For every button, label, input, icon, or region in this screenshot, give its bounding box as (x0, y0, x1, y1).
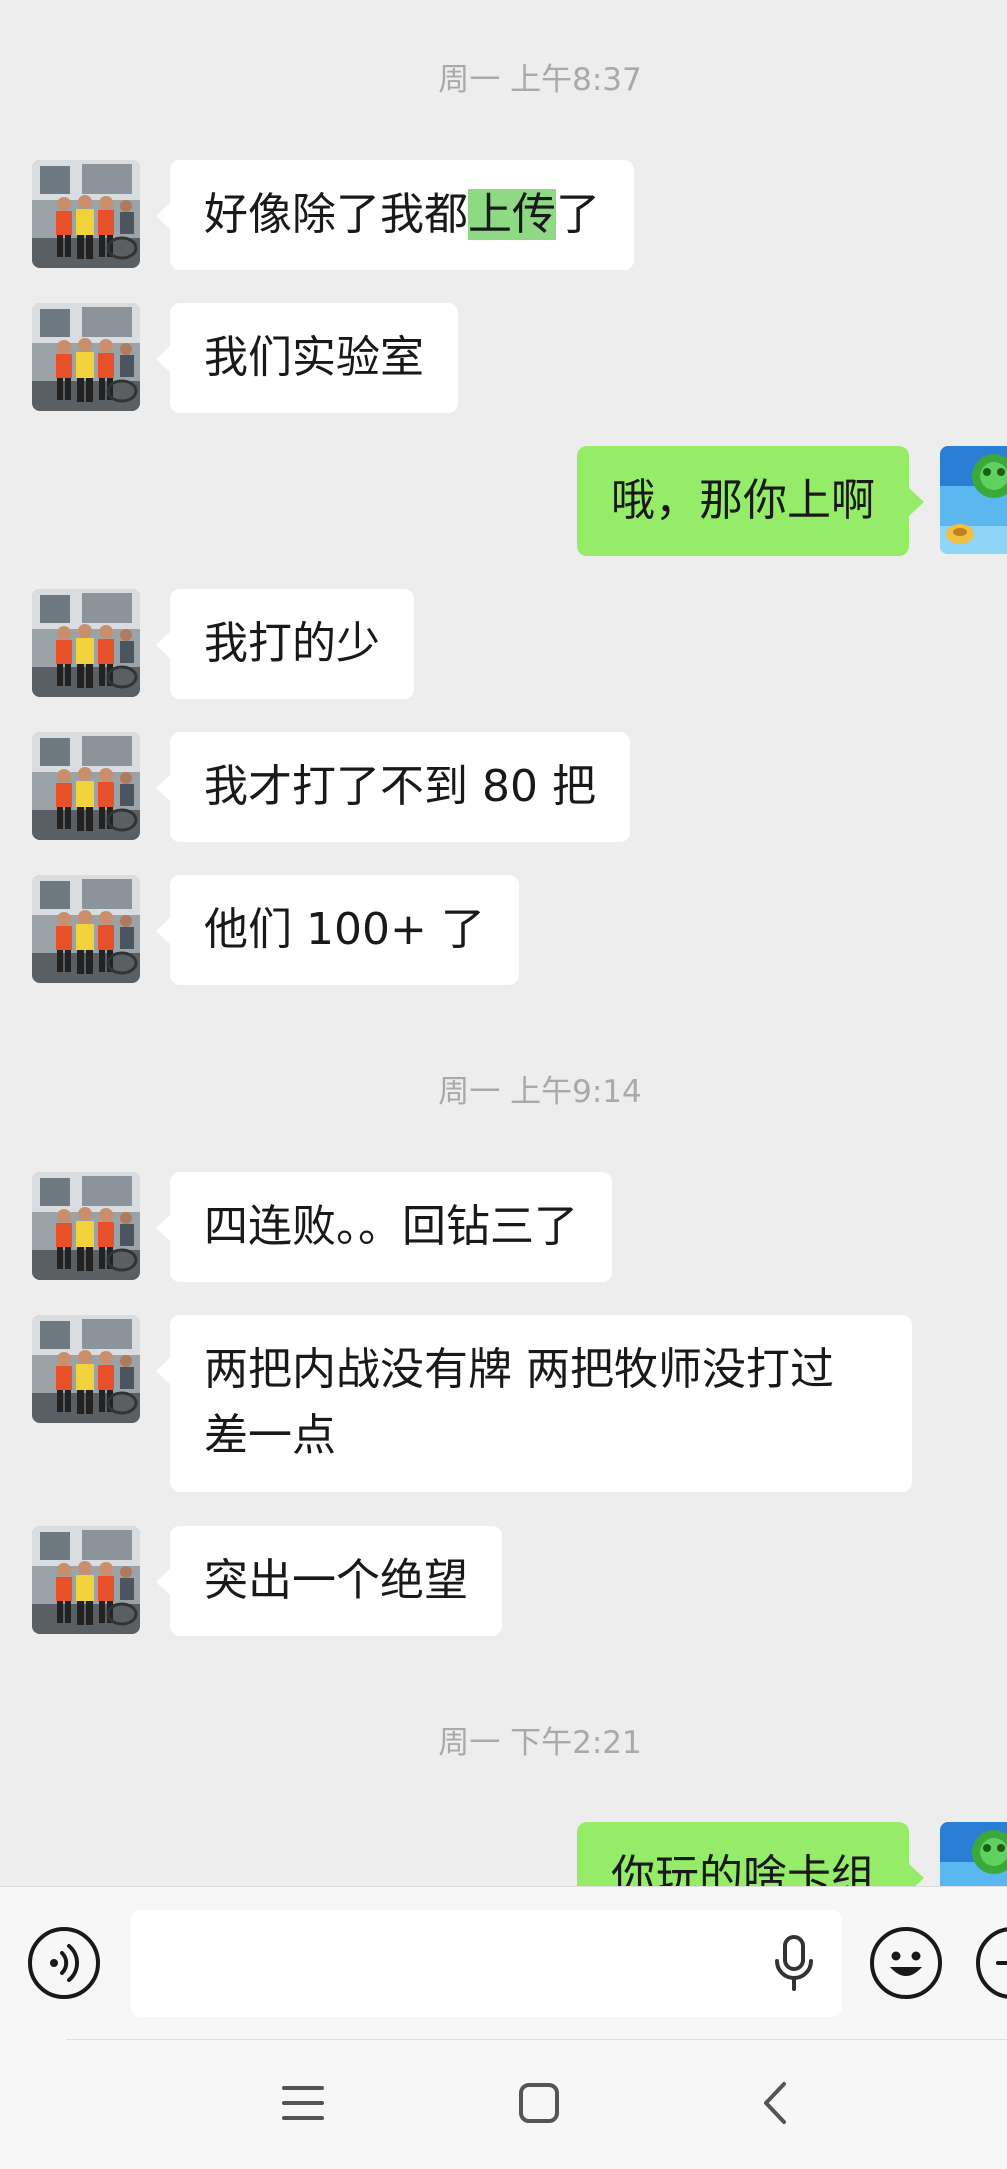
message-text: 哦，那你上啊 (611, 475, 875, 526)
message-bubble[interactable]: 两把内战没有牌 两把牧师没打过 差一点 (156, 1315, 912, 1492)
plus-circle-icon[interactable] (976, 1927, 1007, 1999)
avatar-photo-icon (32, 1526, 140, 1634)
friend-avatar[interactable] (32, 1172, 140, 1280)
friend-avatar[interactable] (32, 160, 140, 268)
timestamp: 周一 下午2:21 (438, 1725, 642, 1761)
microphone-icon[interactable] (768, 1933, 820, 1995)
message-text: 我们实验室 (204, 332, 424, 383)
voice-wave-icon[interactable] (28, 1927, 100, 1999)
message-text: 你玩的啥卡组 (611, 1851, 875, 1886)
message-bubble[interactable]: 四连败。。回钻三了 (156, 1172, 612, 1282)
avatar-photo-icon (940, 446, 1007, 554)
avatar-photo-icon (32, 1315, 140, 1423)
friend-avatar[interactable] (32, 1315, 140, 1423)
avatar-photo-icon (32, 1172, 140, 1280)
message-text-line: 两把内战没有牌 两把牧师没打过 (204, 1344, 834, 1395)
highlighted-text: 上传 (468, 189, 556, 240)
friend-avatar[interactable] (32, 732, 140, 840)
message-bubble[interactable]: 我打的少 (156, 589, 414, 699)
menu-lines-icon[interactable] (280, 2082, 326, 2124)
avatar-photo-icon (32, 160, 140, 268)
message-text-line: 差一点 (204, 1410, 336, 1461)
message-text: 了 (556, 189, 600, 240)
message-text: 突出一个绝望 (204, 1555, 468, 1606)
avatar-photo-icon (32, 732, 140, 840)
message-bubble[interactable]: 他们 100+ 了 (156, 875, 519, 985)
message-text: 我才打了不到 80 把 (204, 761, 596, 812)
message-bubble[interactable]: 我们实验室 (156, 303, 458, 413)
message-text: 我打的少 (204, 618, 380, 669)
back-chevron-icon[interactable] (760, 2080, 790, 2126)
message-bubble[interactable]: 好像除了我都上传了 (156, 160, 634, 270)
friend-avatar[interactable] (32, 303, 140, 411)
message-text: 好像除了我都 (204, 189, 468, 240)
input-bar (0, 1886, 1007, 2041)
smiley-face-icon[interactable] (870, 1927, 942, 1999)
avatar-photo-icon (32, 303, 140, 411)
message-bubble[interactable]: 突出一个绝望 (156, 1526, 502, 1636)
self-avatar[interactable] (940, 1822, 1007, 1886)
message-text: 他们 100+ 了 (204, 904, 485, 955)
avatar-photo-icon (32, 875, 140, 983)
message-bubble-sent[interactable]: 你玩的啥卡组 (577, 1822, 924, 1886)
message-bubble[interactable]: 我才打了不到 80 把 (156, 732, 630, 842)
message-bubble-sent[interactable]: 哦，那你上啊 (577, 446, 924, 556)
avatar-photo-icon (940, 1822, 1007, 1886)
self-avatar[interactable] (940, 446, 1007, 554)
friend-avatar[interactable] (32, 1526, 140, 1634)
system-nav-bar (0, 2040, 1007, 2169)
message-text: 四连败。。回钻三了 (204, 1201, 578, 1252)
timestamp: 周一 上午9:14 (438, 1074, 642, 1110)
chat-area[interactable]: 周一 上午8:37 好像除了我都上传了 我们实验室 哦，那你上啊 我打的少 我才… (0, 0, 1007, 1886)
home-square-icon[interactable] (517, 2081, 561, 2125)
message-input[interactable] (131, 1910, 842, 2017)
friend-avatar[interactable] (32, 589, 140, 697)
avatar-photo-icon (32, 589, 140, 697)
friend-avatar[interactable] (32, 875, 140, 983)
timestamp: 周一 上午8:37 (438, 62, 642, 98)
